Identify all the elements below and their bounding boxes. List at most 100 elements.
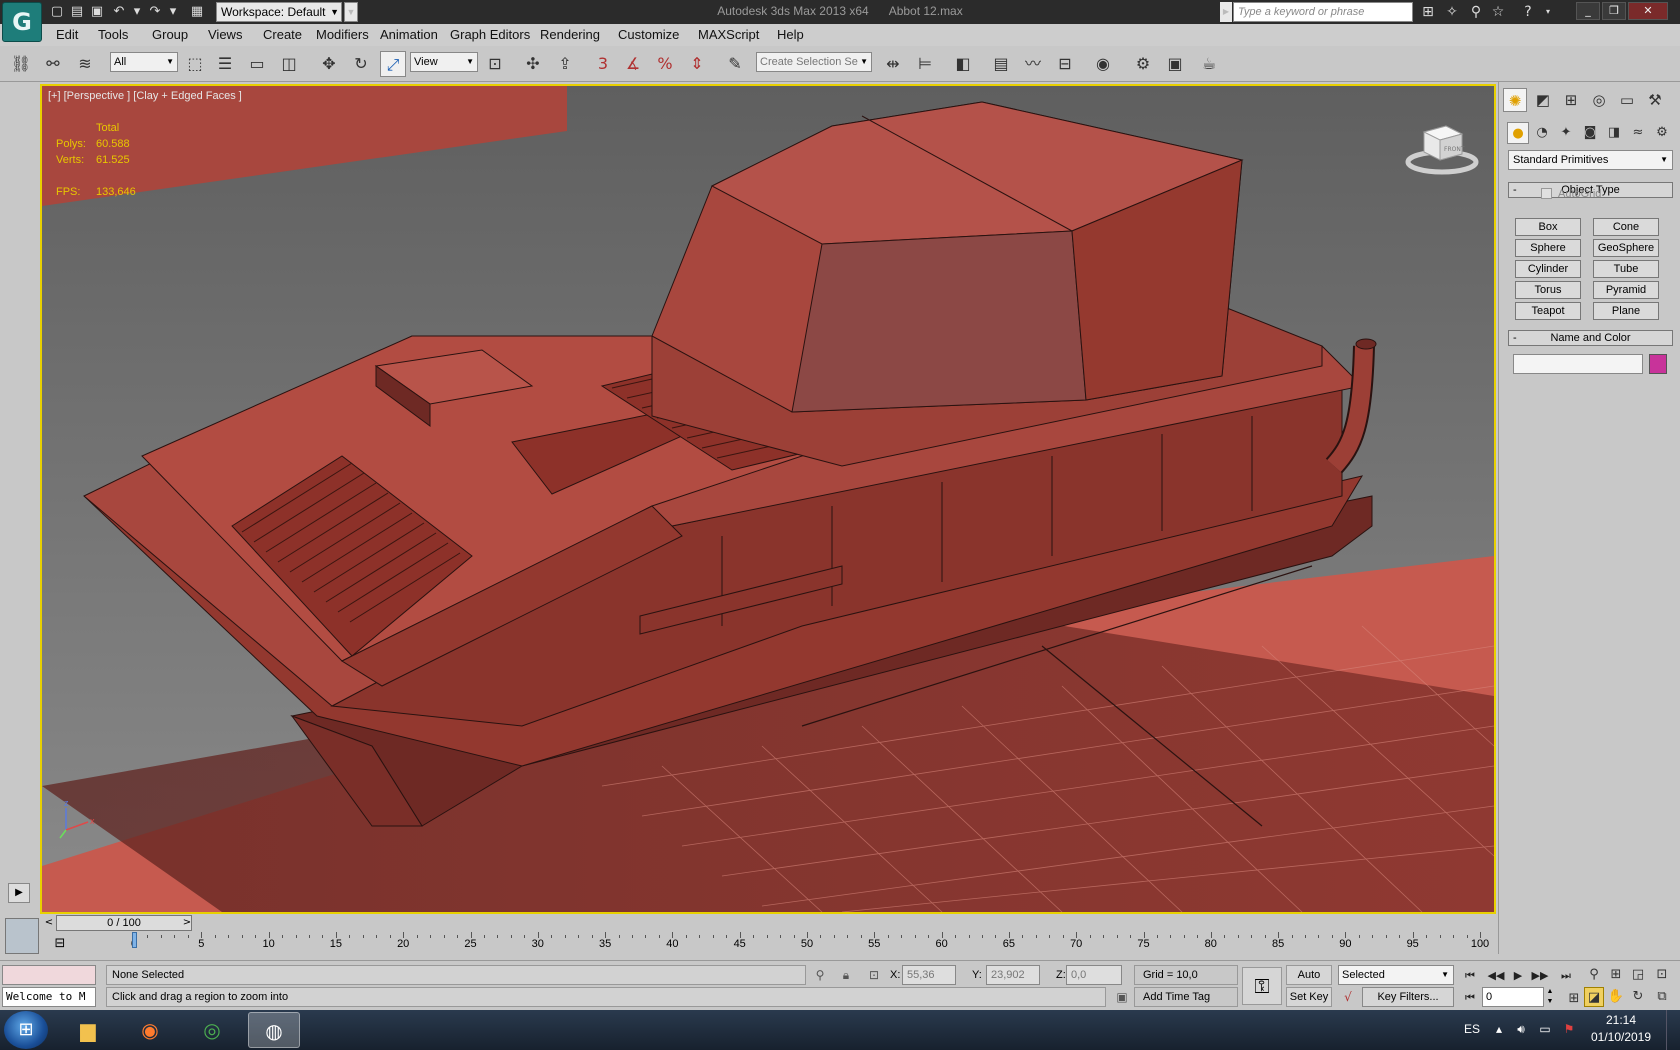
rendered-frame-window-icon[interactable]: ▣ <box>1162 51 1188 77</box>
bind-to-space-warp-icon[interactable]: ≋ <box>72 51 98 77</box>
volume-icon[interactable]: 🔊︎ <box>1512 1020 1530 1038</box>
previous-key-icon[interactable]: ◀◀ <box>1486 967 1506 985</box>
menu-tools[interactable]: Tools <box>98 27 128 42</box>
geosphere-button[interactable]: GeoSphere <box>1593 239 1659 257</box>
chrome-icon[interactable]: ◎ <box>186 1012 238 1048</box>
time-slider-thumb[interactable]: 0 / 100 <box>56 915 192 931</box>
track-bar[interactable]: ⊟ 05101520253035404550556065707580859095… <box>40 932 1496 960</box>
motion-tab-icon[interactable]: ◎ <box>1587 88 1611 112</box>
unlink-selection-icon[interactable]: ⚯ <box>40 51 66 77</box>
next-key-icon[interactable]: ▶▶ <box>1530 967 1550 985</box>
time-configuration-icon[interactable]: ⊞ <box>1564 989 1584 1009</box>
object-color-swatch[interactable] <box>1649 354 1667 374</box>
select-and-rotate-icon[interactable]: ↻ <box>348 51 374 77</box>
pivot-center-icon[interactable]: ⊡ <box>482 51 508 77</box>
system-clock[interactable]: 21:14 01/10/2019 <box>1586 1012 1656 1046</box>
tray-expand-icon[interactable]: ▴ <box>1490 1020 1508 1038</box>
plane-button[interactable]: Plane <box>1593 302 1659 320</box>
space-warps-icon[interactable]: ≈ <box>1627 122 1649 144</box>
lights-icon[interactable]: ✦ <box>1555 122 1577 144</box>
current-frame-marker[interactable] <box>132 932 137 948</box>
render-setup-icon[interactable]: ⚙ <box>1130 51 1156 77</box>
keyboard-shortcut-override-icon[interactable]: ⇪ <box>552 51 578 77</box>
torus-button[interactable]: Torus <box>1515 281 1581 299</box>
language-indicator[interactable]: ES <box>1464 1022 1480 1036</box>
curve-editor-icon[interactable]: 〰 <box>1020 51 1046 77</box>
reference-coordinate-select[interactable]: View ▼ <box>410 52 478 72</box>
selection-filter-select[interactable]: All ▼ <box>110 52 178 72</box>
select-and-manipulate-icon[interactable]: ✣ <box>520 51 546 77</box>
rectangular-selection-icon[interactable]: ▭ <box>244 51 270 77</box>
menu-customize[interactable]: Customize <box>618 27 679 42</box>
menu-maxscript[interactable]: MAXScript <box>698 27 759 42</box>
menu-modifiers[interactable]: Modifiers <box>316 27 369 42</box>
go-to-start-icon[interactable]: ⏮ <box>1460 967 1480 985</box>
object-name-input[interactable] <box>1513 354 1643 374</box>
menu-rendering[interactable]: Rendering <box>540 27 600 42</box>
window-crossing-icon[interactable]: ◫ <box>276 51 302 77</box>
frame-spinner-icon[interactable]: ▲ ▼ <box>1545 987 1555 1007</box>
binoculars-icon[interactable]: ⊞ <box>1418 3 1438 21</box>
shapes-icon[interactable]: ◔ <box>1531 122 1553 144</box>
named-selection-input[interactable]: Create Selection Se ▼ <box>756 52 872 72</box>
previous-frame-icon[interactable]: < <box>42 916 56 930</box>
search-input[interactable]: Type a keyword or phrase <box>1233 2 1413 22</box>
material-editor-icon[interactable]: ◉ <box>1090 51 1116 77</box>
show-desktop-button[interactable] <box>1666 1010 1680 1050</box>
add-time-tag-button[interactable]: Add Time Tag <box>1134 987 1238 1007</box>
help-dropdown-icon[interactable]: ▾ <box>1538 3 1558 21</box>
expand-viewport-layout-icon[interactable]: ▶ <box>8 883 30 903</box>
mirror-icon[interactable]: ⇹ <box>880 51 906 77</box>
helpers-icon[interactable]: ◨ <box>1603 122 1625 144</box>
autogrid-checkbox[interactable]: AutoGrid <box>1541 188 1601 200</box>
auto-key-button[interactable]: Auto Key <box>1286 965 1332 999</box>
schematic-view-icon[interactable]: ⊟ <box>1052 51 1078 77</box>
time-tag-icon[interactable]: ▣ <box>1114 989 1130 1005</box>
maximize-viewport-icon[interactable]: ⧉ <box>1652 987 1672 1007</box>
file-explorer-icon[interactable]: ▆ <box>62 1012 114 1048</box>
percent-snap-icon[interactable]: % <box>652 51 678 77</box>
utilities-tab-icon[interactable]: ⚒ <box>1643 88 1667 112</box>
zoom-all-icon[interactable]: ⊞ <box>1606 965 1626 985</box>
create-tab-icon[interactable]: ✺ <box>1503 88 1527 112</box>
zoom-extents-all-icon[interactable]: ⊡ <box>1652 965 1672 985</box>
viewcube[interactable]: FRONT <box>1404 118 1480 176</box>
hierarchy-tab-icon[interactable]: ⊞ <box>1559 88 1583 112</box>
network-icon[interactable]: ▭ <box>1536 1020 1554 1038</box>
viewport-label[interactable]: [+] [Perspective ] [Clay + Edged Faces ] <box>48 90 242 102</box>
key-filters-button[interactable]: Key Filters... <box>1362 987 1454 1007</box>
layer-manager-icon[interactable]: ◧ <box>950 51 976 77</box>
action-center-flag-icon[interactable]: ⚑ <box>1560 1020 1578 1038</box>
cone-button[interactable]: Cone <box>1593 218 1659 236</box>
render-production-icon[interactable]: ☕ <box>1196 51 1222 77</box>
close-button[interactable]: ✕ <box>1628 2 1668 20</box>
key-mode-icon[interactable]: ⏮ <box>1460 989 1480 1007</box>
teapot-button[interactable]: Teapot <box>1515 302 1581 320</box>
perspective-viewport[interactable]: [+] [Perspective ] [Clay + Edged Faces ]… <box>40 84 1496 914</box>
orbit-icon[interactable]: ↻ <box>1628 987 1648 1007</box>
geometry-icon[interactable]: ● <box>1507 122 1529 144</box>
zoom-region-icon[interactable]: ◪ <box>1584 987 1604 1007</box>
x-coordinate-field[interactable]: 55,36 <box>902 965 956 985</box>
systems-icon[interactable]: ⚙ <box>1651 122 1673 144</box>
pan-view-icon[interactable]: ✋ <box>1606 987 1626 1007</box>
y-coordinate-field[interactable]: 23,902 <box>986 965 1040 985</box>
zoom-icon[interactable]: ⚲ <box>1584 965 1604 985</box>
set-keys-key-icon[interactable]: ⚿ <box>1242 967 1282 1005</box>
go-to-end-icon[interactable]: ⏭ <box>1556 967 1576 985</box>
menu-graph-editors[interactable]: Graph Editors <box>450 27 530 42</box>
scene-render[interactable] <box>42 86 1494 912</box>
application-menu-button[interactable]: G <box>2 2 42 42</box>
trackbar-ruler[interactable]: 0510152025303540455055606570758085909510… <box>94 932 1494 960</box>
favorites-star-icon[interactable]: ☆ <box>1488 3 1508 21</box>
start-button[interactable]: ⊞ <box>4 1011 48 1049</box>
firefox-icon[interactable]: ◉ <box>124 1012 176 1048</box>
key-mode-select[interactable]: Selected ▼ <box>1338 965 1454 985</box>
menu-help[interactable]: Help <box>777 27 804 42</box>
selection-lock-icon[interactable]: 🔒︎ <box>838 967 854 983</box>
menu-edit[interactable]: Edit <box>56 27 78 42</box>
zoom-extents-icon[interactable]: ◲ <box>1628 965 1648 985</box>
next-frame-icon[interactable]: > <box>180 916 194 930</box>
name-and-color-rollout[interactable]: - Name and Color <box>1508 330 1673 346</box>
play-icon[interactable]: ▶ <box>1508 967 1528 985</box>
